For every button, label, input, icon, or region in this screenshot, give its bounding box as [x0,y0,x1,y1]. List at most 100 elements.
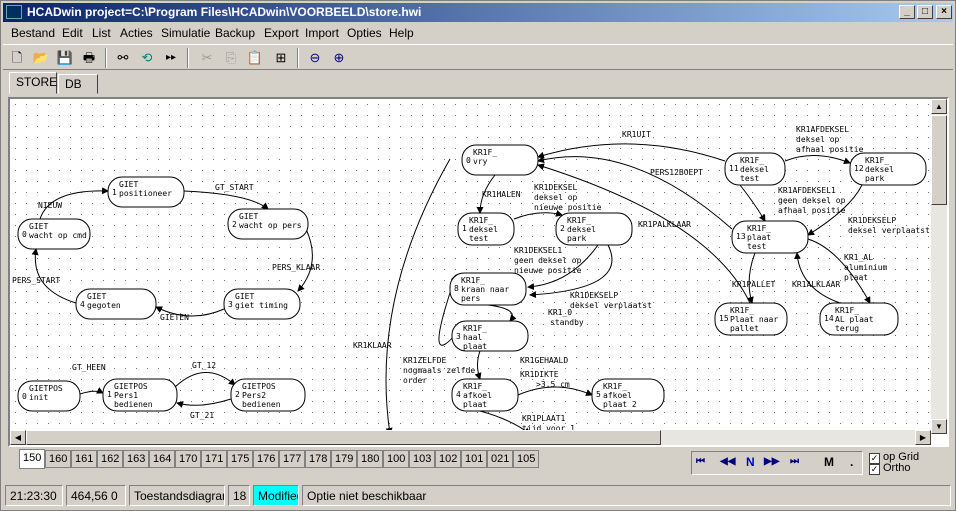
open-folder-icon[interactable]: 📂 [31,48,51,68]
state-node[interactable]: 1GIETpositioneer [107,176,185,208]
state-node[interactable]: 13KR1F_plaattest [731,220,809,254]
menu-help[interactable]: Help [389,26,414,40]
status-bar: 21:23:30 464,56 0 Toestandsdiagram 18 Mo… [3,483,953,508]
scroll-up-icon[interactable]: ▲ [931,99,947,114]
vertical-scrollbar[interactable]: ▲ ▼ [931,99,947,434]
state-node[interactable]: 1KR1F_dekseltest [457,212,515,246]
maximize-button[interactable]: □ [917,5,933,19]
insert-icon[interactable]: ⊞ [271,48,291,68]
state-number: 3 [228,300,233,309]
state-node[interactable]: 2GIETPOSPers2bedienen [230,378,306,412]
state-node[interactable]: 15KR1F_Plaat naarpallet [714,302,788,336]
page-tab[interactable]: 178 [305,450,332,468]
menu-backup[interactable]: Backup [215,26,255,40]
state-node[interactable]: 0GIETwacht op cmd [17,218,91,250]
title-bar: HCADwin project=C:\Program Files\HCADwin… [3,3,953,22]
page-tab[interactable]: 105 [513,450,540,468]
page-tab[interactable]: 160 [45,450,72,468]
page-tab[interactable]: 179 [331,450,358,468]
state-node[interactable]: 3GIETgiet timing [223,288,301,320]
page-tab[interactable]: 162 [97,450,124,468]
first-page-icon[interactable]: ⏮ [696,456,705,467]
menu-simulatie[interactable]: Simulatie [161,26,210,40]
m-button[interactable]: M [824,455,834,469]
scroll-right-icon[interactable]: ▶ [915,430,931,445]
state-line2: wacht op pers [239,221,302,230]
state-node[interactable]: 8KR1F_kraan naarpers [449,272,527,306]
state-node[interactable]: 2KR1F_dekselpark [555,212,633,246]
page-tab[interactable]: 170 [175,450,202,468]
page-tab[interactable]: 101 [461,450,488,468]
refresh-icon[interactable]: ⟲ [137,48,157,68]
menu-list[interactable]: List [92,26,111,40]
state-node[interactable]: 14KR1F_AL plaatterug [819,302,899,336]
page-tab[interactable]: 103 [409,450,436,468]
scroll-down-icon[interactable]: ▼ [931,419,947,434]
horizontal-scroll-thumb[interactable] [26,430,661,445]
print-icon[interactable]: 🖶 [79,48,99,68]
transition-label: KR1DEKSELP [570,291,618,300]
state-node[interactable]: 5KR1F_afkoelplaat 2 [591,378,665,412]
copy-icon[interactable]: ⎘ [221,48,241,68]
page-tab[interactable]: 176 [253,450,280,468]
page-tab[interactable]: 102 [435,450,462,468]
state-node[interactable]: 12KR1F_dekselpark [849,152,927,186]
binoculars-icon[interactable]: ⚯ [113,48,133,68]
horizontal-scrollbar[interactable]: ◀ ▶ [10,430,931,445]
menu-opties[interactable]: Opties [347,26,382,40]
state-node[interactable]: 0KR1F_vry [461,144,539,176]
scroll-left-icon[interactable]: ◀ [10,430,26,445]
fast-forward-icon[interactable]: ▸▸ [161,48,181,68]
page-tab[interactable]: 161 [71,450,98,468]
close-button[interactable]: × [936,5,952,19]
menu-edit[interactable]: Edit [62,26,83,40]
menu-acties[interactable]: Acties [120,26,153,40]
page-tab[interactable]: 175 [227,450,254,468]
state-node[interactable]: 4KR1F_afkoelplaat [451,378,519,412]
page-tab[interactable]: 021 [487,450,514,468]
prev-page-icon[interactable]: ◀◀ [720,456,735,467]
state-number: 0 [22,392,27,401]
diagram-canvas[interactable]: 0 GIET wacht op cmd 1 GIET positioneer 2 GIET wa… [10,99,931,434]
page-tab[interactable]: 164 [149,450,176,468]
page-tab[interactable]: 180 [357,450,384,468]
menu-export[interactable]: Export [264,26,299,40]
state-node[interactable]: 11KR1F_dekseltest [724,152,786,186]
paste-icon[interactable]: 📋 [245,48,265,68]
state-line3: terug [835,324,859,333]
state-name: KR1F_ [473,148,497,157]
minimize-button[interactable]: _ [899,5,915,19]
dot-button[interactable]: . [850,455,853,469]
status-number: 18 [228,485,250,506]
next-page-icon[interactable]: ▶▶ [764,456,779,467]
status-modified-badge: Modified [253,485,299,506]
cut-icon[interactable]: ✂ [197,48,217,68]
state-node[interactable]: 1GIETPOSPers1bedienen [102,378,178,412]
page-tab[interactable]: 171 [201,450,228,468]
page-tab[interactable]: 177 [279,450,306,468]
save-icon[interactable]: 💾 [55,48,75,68]
page-tab[interactable]: 100 [383,450,410,468]
transition-label: PERS_START [12,276,60,285]
page-tab[interactable]: 163 [123,450,150,468]
transition-label: KR1DEKSEL1 [514,246,562,255]
menu-bestand[interactable]: Bestand [11,26,55,40]
menu-import[interactable]: Import [305,26,339,40]
page-tab[interactable]: 150 [19,449,46,469]
status-mode: Toestandsdiagram [129,485,225,506]
state-node[interactable]: 2GIETwacht op pers [227,208,309,240]
tab-db[interactable]: DB [58,74,98,94]
tab-store[interactable]: STORE [9,72,57,94]
state-diagram[interactable]: 0GIETwacht op cmd 1GIETpositioneer 2GIETwa… [10,99,931,434]
last-page-icon[interactable]: ⏭ [790,456,799,467]
vertical-scroll-thumb[interactable] [931,115,947,205]
ortho-checkbox[interactable]: ✓ Ortho [869,462,955,475]
state-node[interactable]: 0GIETPOSinit [17,380,81,412]
new-icon[interactable]: 🗋 [7,48,27,68]
state-node[interactable]: 3KR1F_haalplaat [451,320,529,352]
zoom-in-icon[interactable]: ⊕ [329,48,349,68]
current-page-button[interactable]: N [746,455,755,469]
state-number: 14 [824,314,834,323]
zoom-out-icon[interactable]: ⊖ [305,48,325,68]
state-node[interactable]: 4GIETgegoten [75,288,157,320]
